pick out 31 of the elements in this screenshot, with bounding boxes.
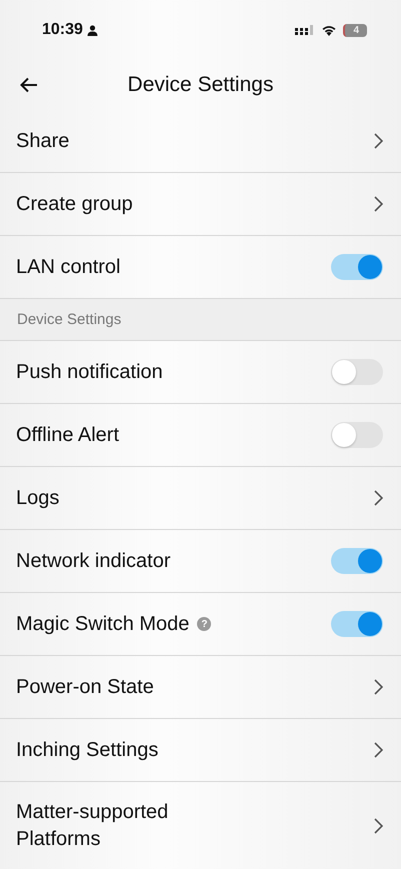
battery-indicator: 4 [343,24,367,36]
setting-label: Create group [16,192,133,216]
help-icon[interactable]: ? [197,617,212,631]
toggle-switch[interactable] [331,611,383,637]
section-header: Device Settings [0,299,401,341]
chevron-right-icon[interactable] [374,133,383,149]
wifi-icon [321,24,338,36]
signal-icon [295,24,316,36]
chevron-right-icon[interactable] [374,490,383,506]
setting-label: Inching Settings [16,738,158,762]
chevron-right-icon[interactable] [374,818,383,834]
setting-label: Logs [16,486,60,510]
setting-label: Power-on State [16,676,154,698]
toggle-switch[interactable] [331,254,383,280]
chevron-right-icon[interactable] [374,742,383,758]
chevron-right-icon[interactable] [374,679,383,695]
setting-label: Magic Switch Mode [16,612,190,636]
page-title: Device Settings [128,73,274,97]
toggle-switch[interactable] [331,359,383,385]
setting-label: Share [16,130,70,152]
toggle-switch[interactable] [331,422,383,448]
back-arrow-icon[interactable] [20,77,38,93]
chevron-right-icon[interactable] [374,196,383,212]
setting-label: Offline Alert [16,424,120,446]
setting-label: Matter-supported Platforms [16,800,170,852]
setting-label: Network indicator [16,550,171,572]
setting-label: Push notification [16,360,163,384]
toggle-switch[interactable] [331,548,383,574]
setting-label: LAN control [16,256,120,278]
status-time: 10:39 [42,21,83,39]
person-icon [86,24,98,36]
